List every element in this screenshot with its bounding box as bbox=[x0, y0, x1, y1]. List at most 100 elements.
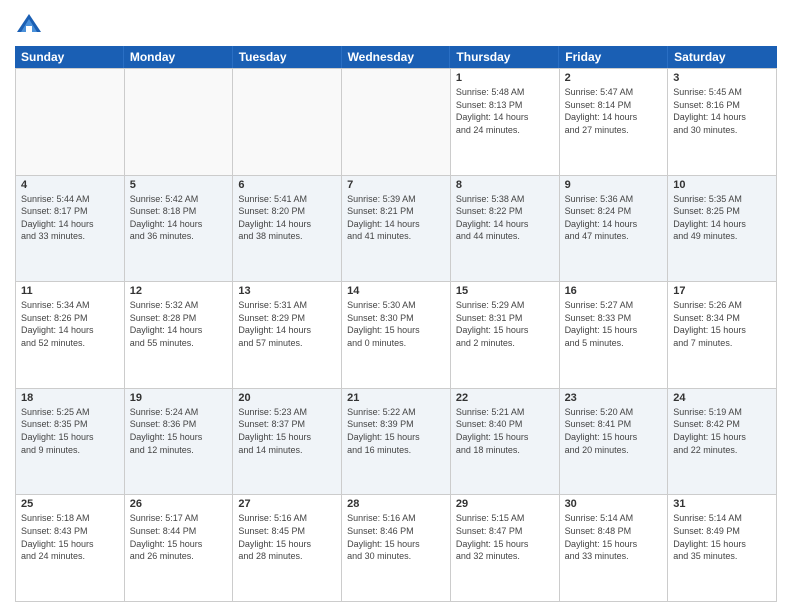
cal-cell-day-6: 6 Sunrise: 5:41 AM Sunset: 8:20 PM Daylig… bbox=[233, 176, 342, 283]
day-number: 5 bbox=[130, 179, 228, 191]
cal-cell-day-27: 27Sunrise: 5:16 AM Sunset: 8:45 PM Dayli… bbox=[233, 495, 342, 602]
cal-cell-day-1: 1Sunrise: 5:48 AM Sunset: 8:13 PM Daylig… bbox=[451, 69, 560, 176]
header-day-saturday: Saturday bbox=[668, 46, 777, 68]
cell-info: Sunrise: 5:20 AM Sunset: 8:41 PM Dayligh… bbox=[565, 406, 663, 456]
cell-info: Sunrise: 5:39 AM Sunset: 8:21 PM Dayligh… bbox=[347, 193, 445, 243]
day-number: 12 bbox=[130, 285, 228, 297]
header-day-tuesday: Tuesday bbox=[233, 46, 342, 68]
day-number: 31 bbox=[673, 498, 771, 510]
cal-cell-day-28: 28Sunrise: 5:16 AM Sunset: 8:46 PM Dayli… bbox=[342, 495, 451, 602]
cal-cell-day-11: 11 Sunrise: 5:34 AM Sunset: 8:26 PM Dayli… bbox=[16, 282, 125, 389]
day-number: 4 bbox=[21, 179, 119, 191]
cal-cell-day-8: 8 Sunrise: 5:38 AM Sunset: 8:22 PM Daylig… bbox=[451, 176, 560, 283]
calendar-header: SundayMondayTuesdayWednesdayThursdayFrid… bbox=[15, 46, 777, 68]
cal-cell-day-25: 25 Sunrise: 5:18 AM Sunset: 8:43 PM Dayli… bbox=[16, 495, 125, 602]
day-number: 23 bbox=[565, 392, 663, 404]
cell-info: Sunrise: 5:19 AM Sunset: 8:42 PM Dayligh… bbox=[673, 406, 771, 456]
day-number: 13 bbox=[238, 285, 336, 297]
header-day-sunday: Sunday bbox=[15, 46, 124, 68]
cell-info: Sunrise: 5:21 AM Sunset: 8:40 PM Dayligh… bbox=[456, 406, 554, 456]
cell-info: Sunrise: 5:14 AM Sunset: 8:48 PM Dayligh… bbox=[565, 512, 663, 562]
cell-info: Sunrise: 5:14 AM Sunset: 8:49 PM Dayligh… bbox=[673, 512, 771, 562]
day-number: 6 bbox=[238, 179, 336, 191]
cal-cell-day-20: 20 Sunrise: 5:23 AM Sunset: 8:37 PM Dayli… bbox=[233, 389, 342, 496]
day-number: 24 bbox=[673, 392, 771, 404]
day-number: 18 bbox=[21, 392, 119, 404]
cell-info: Sunrise: 5:31 AM Sunset: 8:29 PM Dayligh… bbox=[238, 299, 336, 349]
cell-info: Sunrise: 5:15 AM Sunset: 8:47 PM Dayligh… bbox=[456, 512, 554, 562]
cal-cell-day-24: 24 Sunrise: 5:19 AM Sunset: 8:42 PM Dayli… bbox=[668, 389, 777, 496]
cal-cell-empty bbox=[16, 69, 125, 176]
header-day-thursday: Thursday bbox=[450, 46, 559, 68]
header-day-friday: Friday bbox=[559, 46, 668, 68]
cal-cell-day-15: 15 Sunrise: 5:29 AM Sunset: 8:31 PM Dayli… bbox=[451, 282, 560, 389]
cell-info: Sunrise: 5:24 AM Sunset: 8:36 PM Dayligh… bbox=[130, 406, 228, 456]
day-number: 9 bbox=[565, 179, 663, 191]
cell-info: Sunrise: 5:16 AM Sunset: 8:45 PM Dayligh… bbox=[238, 512, 336, 562]
calendar: SundayMondayTuesdayWednesdayThursdayFrid… bbox=[15, 46, 777, 602]
header-day-wednesday: Wednesday bbox=[342, 46, 451, 68]
cal-cell-day-23: 23 Sunrise: 5:20 AM Sunset: 8:41 PM Dayli… bbox=[560, 389, 669, 496]
cal-cell-day-18: 18 Sunrise: 5:25 AM Sunset: 8:35 PM Dayli… bbox=[16, 389, 125, 496]
cal-cell-day-14: 14 Sunrise: 5:30 AM Sunset: 8:30 PM Dayli… bbox=[342, 282, 451, 389]
cal-cell-empty bbox=[125, 69, 234, 176]
cal-cell-day-4: 4Sunrise: 5:44 AM Sunset: 8:17 PM Daylig… bbox=[16, 176, 125, 283]
cell-info: Sunrise: 5:26 AM Sunset: 8:34 PM Dayligh… bbox=[673, 299, 771, 349]
cal-cell-day-9: 9Sunrise: 5:36 AM Sunset: 8:24 PM Daylig… bbox=[560, 176, 669, 283]
cell-info: Sunrise: 5:45 AM Sunset: 8:16 PM Dayligh… bbox=[673, 86, 771, 136]
cal-cell-day-17: 17 Sunrise: 5:26 AM Sunset: 8:34 PM Dayli… bbox=[668, 282, 777, 389]
day-number: 29 bbox=[456, 498, 554, 510]
cell-info: Sunrise: 5:42 AM Sunset: 8:18 PM Dayligh… bbox=[130, 193, 228, 243]
day-number: 14 bbox=[347, 285, 445, 297]
day-number: 7 bbox=[347, 179, 445, 191]
day-number: 11 bbox=[21, 285, 119, 297]
cal-cell-day-21: 21 Sunrise: 5:22 AM Sunset: 8:39 PM Dayli… bbox=[342, 389, 451, 496]
day-number: 21 bbox=[347, 392, 445, 404]
cell-info: Sunrise: 5:22 AM Sunset: 8:39 PM Dayligh… bbox=[347, 406, 445, 456]
cell-info: Sunrise: 5:35 AM Sunset: 8:25 PM Dayligh… bbox=[673, 193, 771, 243]
cell-info: Sunrise: 5:47 AM Sunset: 8:14 PM Dayligh… bbox=[565, 86, 663, 136]
cell-info: Sunrise: 5:41 AM Sunset: 8:20 PM Dayligh… bbox=[238, 193, 336, 243]
day-number: 16 bbox=[565, 285, 663, 297]
day-number: 2 bbox=[565, 72, 663, 84]
cal-cell-day-2: 2 Sunrise: 5:47 AM Sunset: 8:14 PM Daylig… bbox=[560, 69, 669, 176]
day-number: 25 bbox=[21, 498, 119, 510]
day-number: 19 bbox=[130, 392, 228, 404]
cell-info: Sunrise: 5:48 AM Sunset: 8:13 PM Dayligh… bbox=[456, 86, 554, 136]
logo-icon bbox=[15, 10, 43, 38]
cal-cell-day-30: 30 Sunrise: 5:14 AM Sunset: 8:48 PM Dayli… bbox=[560, 495, 669, 602]
cal-cell-day-10: 10 Sunrise: 5:35 AM Sunset: 8:25 PM Dayli… bbox=[668, 176, 777, 283]
cal-cell-empty bbox=[233, 69, 342, 176]
day-number: 20 bbox=[238, 392, 336, 404]
page: SundayMondayTuesdayWednesdayThursdayFrid… bbox=[0, 0, 792, 612]
cell-info: Sunrise: 5:27 AM Sunset: 8:33 PM Dayligh… bbox=[565, 299, 663, 349]
cal-cell-day-3: 3 Sunrise: 5:45 AM Sunset: 8:16 PM Daylig… bbox=[668, 69, 777, 176]
cell-info: Sunrise: 5:34 AM Sunset: 8:26 PM Dayligh… bbox=[21, 299, 119, 349]
cell-info: Sunrise: 5:25 AM Sunset: 8:35 PM Dayligh… bbox=[21, 406, 119, 456]
cell-info: Sunrise: 5:29 AM Sunset: 8:31 PM Dayligh… bbox=[456, 299, 554, 349]
header-day-monday: Monday bbox=[124, 46, 233, 68]
day-number: 22 bbox=[456, 392, 554, 404]
day-number: 30 bbox=[565, 498, 663, 510]
day-number: 10 bbox=[673, 179, 771, 191]
day-number: 17 bbox=[673, 285, 771, 297]
cal-cell-empty bbox=[342, 69, 451, 176]
logo bbox=[15, 10, 47, 38]
cal-cell-day-12: 12Sunrise: 5:32 AM Sunset: 8:28 PM Dayli… bbox=[125, 282, 234, 389]
cell-info: Sunrise: 5:16 AM Sunset: 8:46 PM Dayligh… bbox=[347, 512, 445, 562]
cal-cell-day-29: 29 Sunrise: 5:15 AM Sunset: 8:47 PM Dayli… bbox=[451, 495, 560, 602]
cal-cell-day-22: 22 Sunrise: 5:21 AM Sunset: 8:40 PM Dayli… bbox=[451, 389, 560, 496]
header bbox=[15, 10, 777, 38]
cell-info: Sunrise: 5:30 AM Sunset: 8:30 PM Dayligh… bbox=[347, 299, 445, 349]
cell-info: Sunrise: 5:23 AM Sunset: 8:37 PM Dayligh… bbox=[238, 406, 336, 456]
cal-cell-day-13: 13 Sunrise: 5:31 AM Sunset: 8:29 PM Dayli… bbox=[233, 282, 342, 389]
calendar-body: 1Sunrise: 5:48 AM Sunset: 8:13 PM Daylig… bbox=[15, 68, 777, 602]
cell-info: Sunrise: 5:17 AM Sunset: 8:44 PM Dayligh… bbox=[130, 512, 228, 562]
cell-info: Sunrise: 5:38 AM Sunset: 8:22 PM Dayligh… bbox=[456, 193, 554, 243]
cal-cell-day-19: 19 Sunrise: 5:24 AM Sunset: 8:36 PM Dayli… bbox=[125, 389, 234, 496]
day-number: 8 bbox=[456, 179, 554, 191]
day-number: 3 bbox=[673, 72, 771, 84]
day-number: 15 bbox=[456, 285, 554, 297]
cell-info: Sunrise: 5:18 AM Sunset: 8:43 PM Dayligh… bbox=[21, 512, 119, 562]
cal-cell-day-26: 26Sunrise: 5:17 AM Sunset: 8:44 PM Dayli… bbox=[125, 495, 234, 602]
